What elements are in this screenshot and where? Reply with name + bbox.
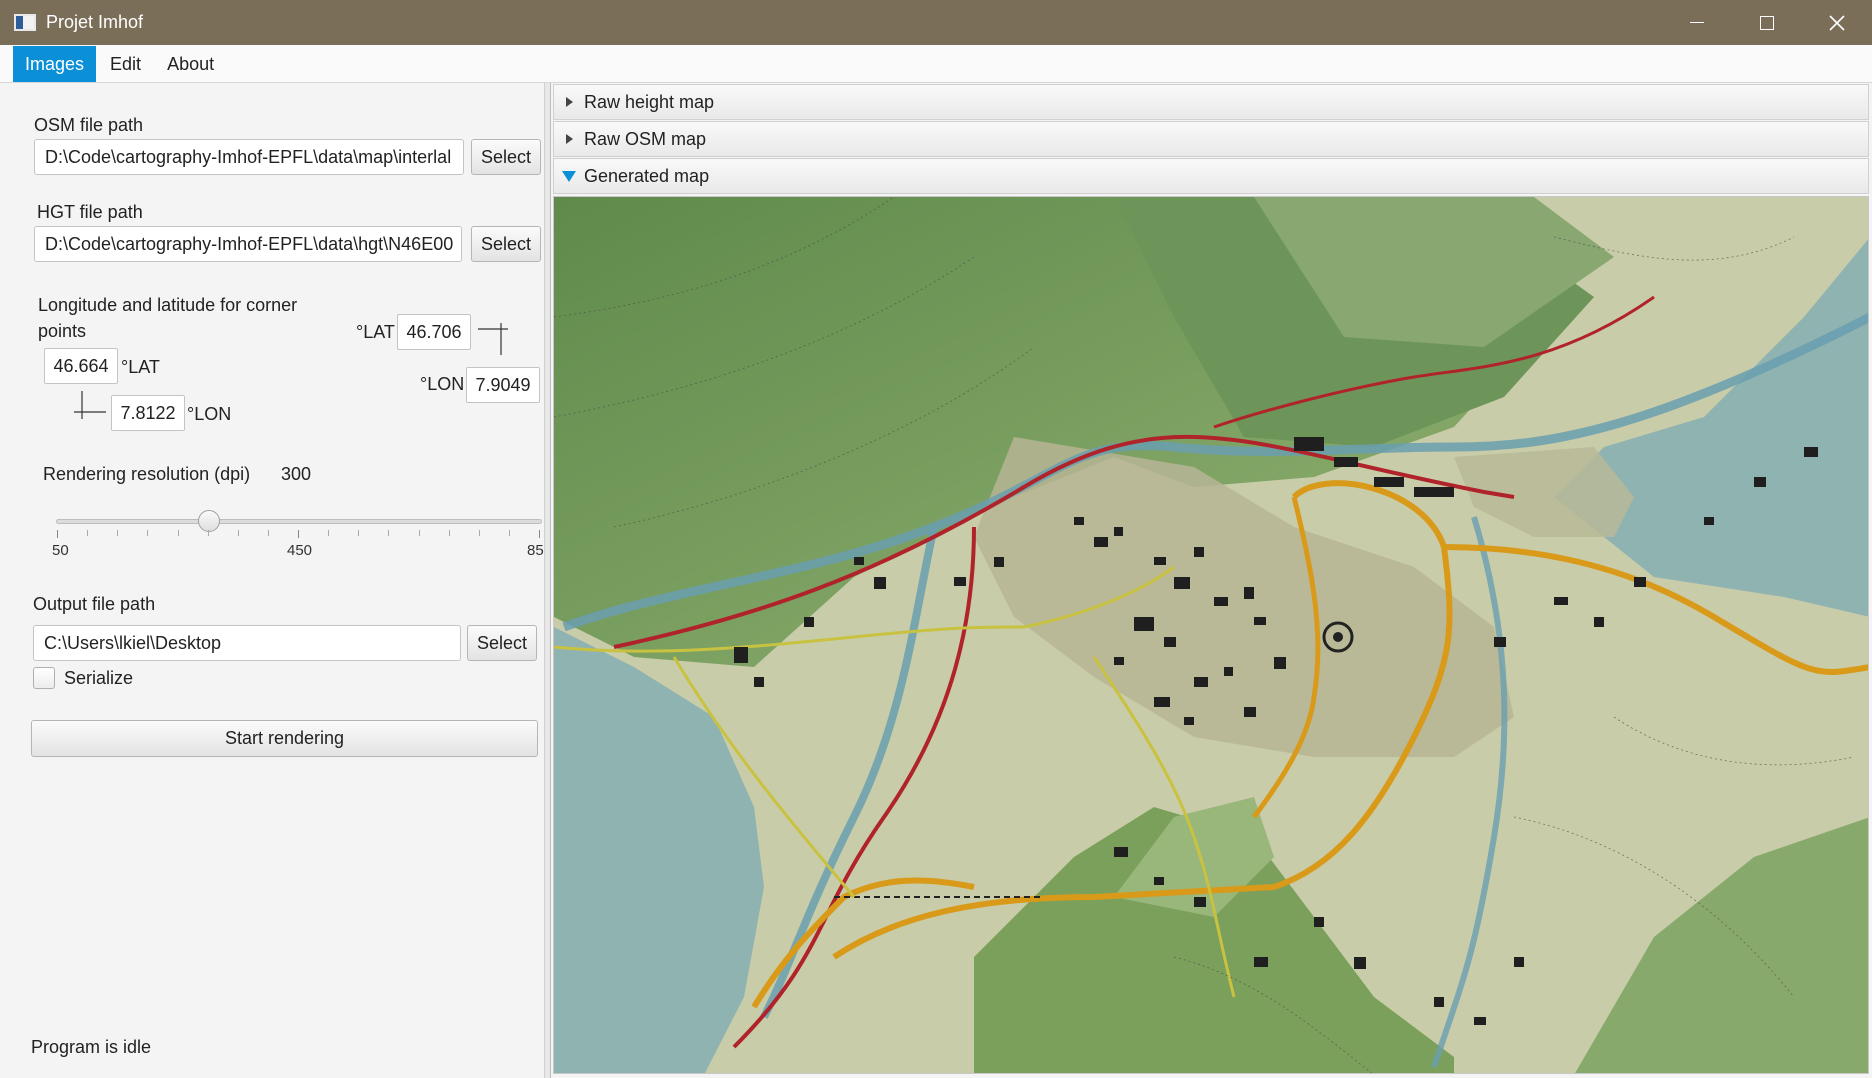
slider-tick	[267, 530, 269, 536]
slider-tick	[207, 530, 209, 536]
minimize-icon	[1690, 21, 1704, 24]
osm-path-field[interactable]: D:\Code\cartography-Imhof-EPFL\data\map\…	[34, 139, 464, 175]
collapsed-arrow-icon	[566, 97, 573, 107]
slider-tick	[328, 530, 330, 536]
osm-select-button[interactable]: Select	[471, 139, 541, 175]
top-right-lat-unit: °LAT	[356, 322, 395, 342]
slider-tick	[147, 530, 149, 536]
serialize-label: Serialize	[64, 668, 134, 688]
menu-edit[interactable]: Edit	[98, 46, 153, 82]
slider-mid-label: 450	[287, 542, 313, 559]
output-label: Output file path	[33, 594, 156, 614]
osm-label: OSM file path	[34, 115, 144, 135]
slider-tick	[448, 530, 450, 536]
split-pane-divider[interactable]	[545, 83, 551, 1078]
pane-label: Raw height map	[584, 91, 715, 112]
top-right-corner-icon	[478, 323, 508, 355]
minimize-button[interactable]	[1662, 0, 1732, 45]
hgt-path-field[interactable]: D:\Code\cartography-Imhof-EPFL\data\hgt\…	[34, 226, 462, 262]
close-button[interactable]	[1802, 0, 1872, 45]
settings-panel: OSM file path D:\Code\cartography-Imhof-…	[0, 83, 545, 1078]
slider-tick	[87, 530, 89, 536]
status-text: Program is idle	[31, 1037, 152, 1057]
pane-generated-map[interactable]: Generated map	[553, 158, 1869, 194]
resolution-slider-track[interactable]	[56, 519, 542, 524]
slider-tick	[358, 530, 360, 536]
slider-min-label: 50	[52, 542, 69, 559]
resolution-label: Rendering resolution (dpi)	[43, 464, 251, 484]
menu-about[interactable]: About	[155, 46, 226, 82]
slider-tick	[298, 530, 299, 538]
slider-tick	[177, 530, 179, 536]
expanded-arrow-icon	[562, 171, 576, 182]
slider-tick	[508, 530, 510, 536]
menu-images[interactable]: Images	[13, 45, 97, 82]
resolution-value: 300	[281, 464, 312, 484]
maximize-icon	[1760, 15, 1774, 30]
window-title: Projet Imhof	[46, 12, 144, 32]
serialize-checkbox[interactable]	[33, 667, 55, 689]
slider-tick	[478, 530, 480, 536]
close-icon	[1829, 14, 1845, 31]
pane-raw-height-map[interactable]: Raw height map	[553, 84, 1869, 120]
output-path-field[interactable]: C:\Users\lkiel\Desktop	[33, 625, 461, 661]
generated-map-image	[553, 196, 1869, 1074]
slider-tick	[388, 530, 390, 536]
title-bar: Projet Imhof	[0, 0, 1872, 45]
hgt-label: HGT file path	[37, 202, 143, 222]
generated-map-graphic	[554, 197, 1868, 1073]
top-right-lat-field[interactable]: 46.706	[397, 314, 471, 350]
slider-tick	[418, 530, 420, 536]
slider-tick	[539, 530, 540, 538]
collapsed-arrow-icon	[566, 134, 573, 144]
corner-points-label: Longitude and latitude for corner points	[38, 295, 298, 341]
slider-max-label: 85	[527, 542, 544, 559]
pane-label: Generated map	[584, 165, 710, 186]
bottom-left-lon-field[interactable]: 7.8122	[111, 395, 185, 431]
bottom-left-lat-field[interactable]: 46.664	[44, 348, 118, 384]
pane-label: Raw OSM map	[584, 128, 707, 149]
slider-tick	[117, 530, 119, 536]
resolution-slider-thumb[interactable]	[198, 510, 220, 532]
maximize-button[interactable]	[1732, 0, 1802, 45]
top-right-lon-field[interactable]: 7.9049	[466, 367, 540, 403]
slider-tick	[237, 530, 239, 536]
bottom-left-lat-unit: °LAT	[121, 357, 160, 377]
bottom-left-corner-icon	[74, 391, 106, 419]
output-select-button[interactable]: Select	[467, 625, 537, 661]
pane-raw-osm-map[interactable]: Raw OSM map	[553, 121, 1869, 157]
top-right-lon-unit: °LON	[420, 374, 465, 394]
bottom-left-lon-unit: °LON	[187, 404, 232, 424]
hgt-select-button[interactable]: Select	[471, 226, 541, 262]
start-rendering-button[interactable]: Start rendering	[31, 720, 538, 757]
app-icon	[14, 14, 36, 31]
menu-bar: Images Edit About	[0, 45, 1872, 83]
slider-tick	[57, 530, 58, 538]
